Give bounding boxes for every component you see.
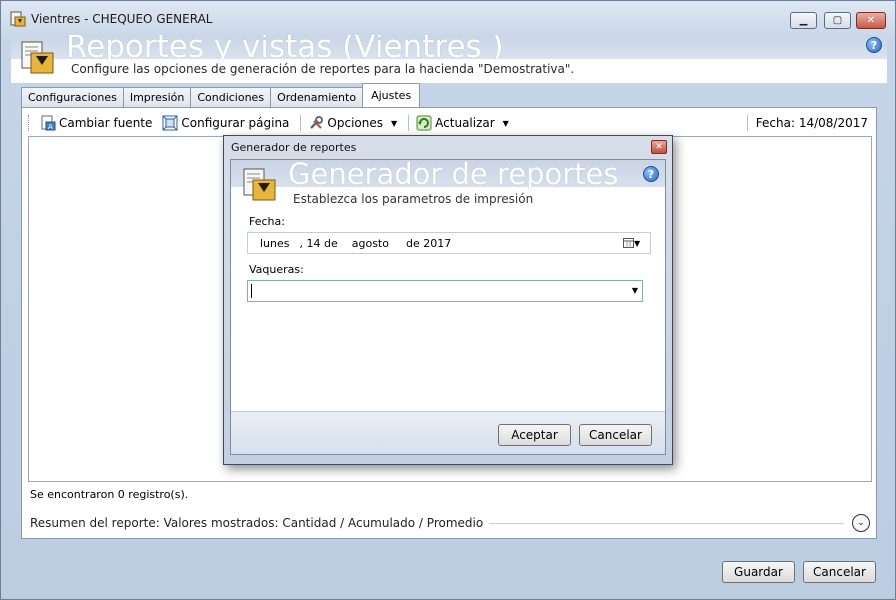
actualizar-label: Actualizar (435, 116, 495, 130)
fecha-label: Fecha: 14/08/2017 (755, 116, 868, 130)
divider (489, 522, 844, 524)
report-generator-dialog: Generador de reportes ✕ Generador de rep… (223, 135, 673, 465)
chevron-down-icon: ▼ (391, 118, 398, 128)
tab-strip: Configuraciones Impresión Condiciones Or… (21, 83, 421, 107)
help-icon[interactable]: ? (643, 166, 659, 182)
help-icon-glyph: ? (647, 167, 655, 181)
title-bar[interactable]: Vientres - CHEQUEO GENERAL ▁ ▢ ✕ (1, 1, 895, 35)
dialog-footer: Aceptar Cancelar (231, 411, 665, 454)
help-icon[interactable]: ? (866, 37, 882, 53)
text-cursor (251, 284, 252, 298)
dialog-body: Generador de reportes Establezca los par… (230, 157, 666, 455)
report-summary: Resumen del reporte: Valores mostrados: … (30, 514, 870, 532)
configurar-pagina-button[interactable]: Configurar página (159, 113, 292, 133)
page-subtitle: Configure las opciones de generación de … (71, 62, 575, 76)
fecha-date-picker[interactable]: lunes , 14 de agosto de 2017 ▼ (247, 232, 651, 254)
tab-configuraciones[interactable]: Configuraciones (21, 87, 124, 107)
window-title: Vientres - CHEQUEO GENERAL (31, 12, 213, 26)
svg-text:A: A (48, 123, 53, 131)
tab-condiciones[interactable]: Condiciones (190, 87, 272, 107)
calendar-dropdown-icon[interactable]: ▼ (623, 237, 643, 249)
page-setup-icon (162, 115, 178, 131)
cambiar-fuente-button[interactable]: A Cambiar fuente (37, 113, 155, 133)
vaqueras-field-label: Vaqueras: (249, 263, 304, 276)
maximize-icon: ▢ (832, 15, 843, 26)
toolbar-date: Fecha: 14/08/2017 (743, 115, 868, 131)
page-header: Reportes y vistas (Vientres ) Configure … (11, 35, 887, 83)
dialog-header-title: Generador de reportes (288, 157, 619, 191)
dialog-title: Generador de reportes (231, 141, 357, 154)
report-icon (10, 11, 26, 27)
page-title: Reportes y vistas (Vientres ) (66, 35, 504, 65)
close-button[interactable]: ✕ (856, 12, 886, 29)
close-icon: ✕ (866, 15, 876, 26)
font-icon: A (41, 115, 56, 131)
expand-chevron-icon[interactable]: ⌄ (852, 514, 870, 532)
calendar-icon (623, 238, 634, 248)
dialog-close-button[interactable]: ✕ (651, 140, 667, 154)
opciones-label: Opciones (327, 116, 383, 130)
refresh-icon (416, 115, 432, 131)
toolbar-grip[interactable] (28, 115, 31, 131)
configurar-pagina-label: Configurar página (181, 116, 290, 130)
aceptar-button[interactable]: Aceptar (498, 424, 571, 446)
tab-ajustes[interactable]: Ajustes (362, 83, 421, 107)
chevron-down-icon: ▼ (502, 118, 509, 128)
close-icon: ✕ (655, 142, 663, 152)
chevron-down-icon: ▼ (634, 238, 641, 248)
toolbar: A Cambiar fuente Configurar página Opcio… (28, 112, 872, 134)
opciones-button[interactable]: Opciones ▼ (305, 113, 400, 133)
dialog-cancelar-button[interactable]: Cancelar (579, 424, 652, 446)
records-count: Se encontraron 0 registro(s). (30, 488, 189, 501)
cancelar-button[interactable]: Cancelar (803, 561, 876, 583)
minimize-button[interactable]: ▁ (790, 12, 817, 29)
tools-icon (310, 116, 324, 129)
tab-impresion[interactable]: Impresión (122, 87, 192, 107)
report-icon (243, 168, 276, 201)
actualizar-button[interactable]: Actualizar ▼ (413, 113, 512, 133)
maximize-button[interactable]: ▢ (824, 12, 851, 29)
toolbar-separator (300, 115, 302, 131)
minimize-icon: ▁ (799, 15, 808, 26)
summary-label: Resumen del reporte: Valores mostrados: … (30, 516, 484, 530)
cambiar-fuente-label: Cambiar fuente (59, 116, 153, 130)
report-icon (21, 41, 54, 74)
fecha-field-label: Fecha: (249, 215, 285, 228)
dialog-title-bar[interactable]: Generador de reportes ✕ (224, 136, 672, 158)
toolbar-separator (746, 115, 748, 131)
date-day[interactable]: , 14 de (300, 237, 338, 250)
guardar-button[interactable]: Guardar (722, 561, 795, 583)
vaqueras-combobox[interactable]: ▼ (247, 280, 643, 302)
help-icon-glyph: ? (870, 38, 878, 52)
chevron-down-icon[interactable]: ▼ (632, 286, 638, 295)
date-year[interactable]: de 2017 (406, 237, 451, 250)
dialog-header-subtitle: Establezca los parametros de impresión (293, 192, 534, 206)
tab-ordenamiento[interactable]: Ordenamiento (270, 87, 364, 107)
date-weekday[interactable]: lunes (260, 237, 290, 250)
date-month[interactable]: agosto (352, 237, 389, 250)
chevron-down-icon: ⌄ (857, 518, 865, 528)
toolbar-separator (408, 115, 410, 131)
